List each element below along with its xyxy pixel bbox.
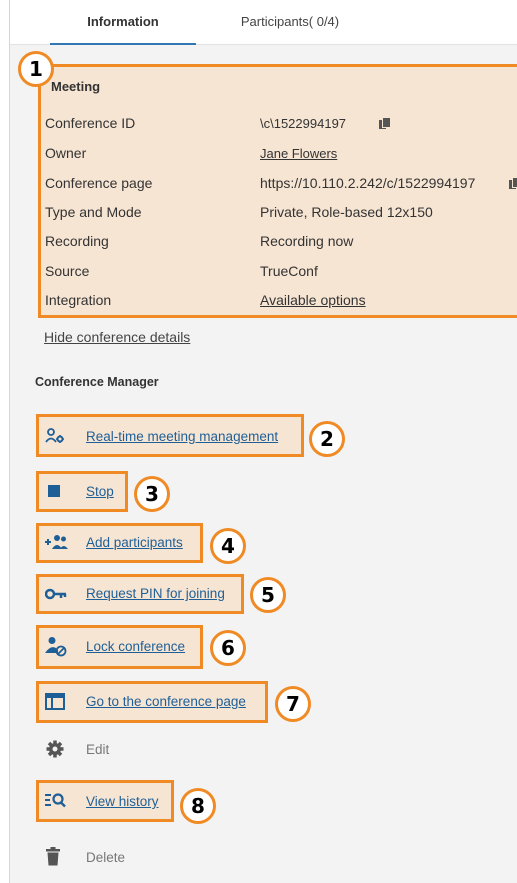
tab-bar: Information Participants( 0/4) (10, 0, 517, 45)
callout-badge-4: 4 (210, 528, 246, 564)
stop-link[interactable]: Stop (86, 484, 114, 499)
tab-participants[interactable]: Participants( 0/4) (220, 0, 360, 44)
callout-badge-2: 2 (309, 421, 345, 457)
conference-manager-title: Conference Manager (35, 375, 159, 389)
real-time-management-link[interactable]: Real-time meeting management (86, 429, 278, 444)
copy-icon[interactable] (509, 178, 517, 189)
gear-icon (45, 739, 65, 759)
meeting-section-title: Meeting (51, 79, 101, 94)
conference-page-value: https://10.110.2.242/c/1522994197 (260, 175, 476, 191)
meeting-details-section: Meeting Conference ID \c\1522994197 Owne… (38, 64, 517, 318)
owner-link[interactable]: Jane Flowers (260, 146, 337, 161)
callout-badge-3: 3 (134, 476, 170, 512)
callout-badge-5: 5 (250, 577, 286, 613)
type-mode-label: Type and Mode (45, 204, 142, 220)
person-block-icon (45, 636, 67, 657)
trash-icon (45, 847, 65, 867)
recording-value: Recording now (260, 233, 354, 249)
callout-badge-8: 8 (180, 788, 216, 824)
type-mode-value: Private, Role-based 12x150 (260, 204, 433, 220)
callout-badge-6: 6 (210, 630, 246, 666)
stop-icon (45, 482, 65, 502)
add-participants-link[interactable]: Add participants (86, 535, 183, 550)
request-pin-link[interactable]: Request PIN for joining (86, 586, 225, 601)
key-icon (44, 584, 67, 604)
source-value: TrueConf (260, 263, 318, 279)
owner-label: Owner (45, 145, 87, 161)
delete-label[interactable]: Delete (86, 850, 125, 865)
view-history-link[interactable]: View history (86, 794, 159, 809)
integration-link[interactable]: Available options (260, 292, 366, 308)
recording-label: Recording (45, 233, 109, 249)
conference-info-panel: Information Participants( 0/4) Meeting C… (9, 0, 517, 883)
conference-page-label: Conference page (45, 175, 153, 191)
browser-window-icon (45, 693, 65, 713)
edit-label[interactable]: Edit (86, 742, 109, 757)
go-to-conference-page-link[interactable]: Go to the conference page (86, 694, 246, 709)
integration-label: Integration (45, 292, 112, 308)
callout-badge-1: 1 (18, 51, 54, 87)
history-search-icon (45, 792, 66, 812)
callout-badge-7: 7 (275, 686, 311, 722)
add-participants-icon (45, 533, 68, 553)
source-label: Source (45, 263, 90, 279)
conference-id-value: \c\1522994197 (260, 116, 347, 131)
lock-conference-link[interactable]: Lock conference (86, 639, 185, 654)
copy-icon[interactable] (379, 118, 390, 129)
people-gear-icon (45, 427, 65, 447)
conference-id-label: Conference ID (45, 115, 136, 131)
hide-conference-details-link[interactable]: Hide conference details (44, 329, 190, 345)
tab-information[interactable]: Information (50, 0, 196, 45)
